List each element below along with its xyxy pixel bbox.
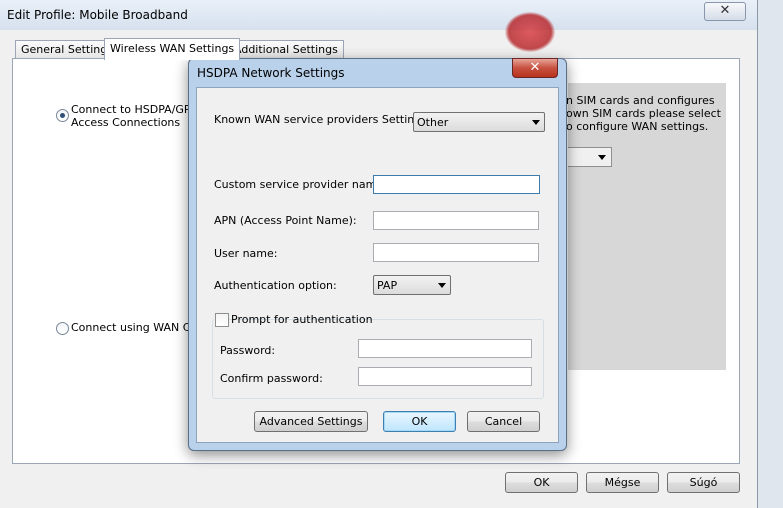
radio-hsdpa[interactable] <box>56 109 69 122</box>
confirm-password-input[interactable] <box>358 367 532 386</box>
info-line-3: o configure WAN settings. <box>566 120 709 133</box>
username-label: User name: <box>214 247 278 260</box>
auth-option-label: Authentication option: <box>214 279 337 292</box>
background-provider-dropdown[interactable] <box>568 147 612 167</box>
info-line-1: n SIM cards and configures <box>566 94 715 107</box>
chevron-down-icon <box>598 155 606 160</box>
dialog-title: HSDPA Network Settings <box>197 66 345 80</box>
authentication-group <box>212 319 544 399</box>
auth-option-dropdown[interactable]: PAP <box>373 275 451 295</box>
apn-label: APN (Access Point Name): <box>214 214 357 227</box>
custom-provider-label: Custom service provider name: <box>214 178 387 191</box>
known-providers-dropdown[interactable]: Other <box>413 112 545 132</box>
window-title: Edit Profile: Mobile Broadband <box>7 8 188 22</box>
window-close-button[interactable]: ✕ <box>704 2 746 21</box>
dialog-cancel-button[interactable]: Cancel <box>467 411 540 432</box>
hsdpa-network-settings-dialog: HSDPA Network Settings ✕ Known WAN servi… <box>188 58 567 451</box>
apn-input[interactable] <box>373 211 539 230</box>
radio-hsdpa-label-line2: Access Connections <box>71 116 181 129</box>
confirm-password-label: Confirm password: <box>220 372 323 385</box>
advanced-settings-button[interactable]: Advanced Settings <box>254 411 368 432</box>
known-providers-value: Other <box>417 116 449 129</box>
prompt-auth-checkbox[interactable] <box>215 313 229 327</box>
tab-wireless-wan-settings[interactable]: Wireless WAN Settings <box>104 38 241 60</box>
help-button[interactable]: Súgó <box>667 472 740 493</box>
window-titlebar: Edit Profile: Mobile Broadband ✕ <box>0 0 757 52</box>
custom-provider-input[interactable] <box>373 175 540 194</box>
background-logo-blob <box>505 12 555 52</box>
password-label: Password: <box>220 344 276 357</box>
cancel-button[interactable]: Mégse <box>586 472 659 493</box>
chevron-down-icon <box>532 120 540 125</box>
dialog-ok-button[interactable]: OK <box>383 411 456 432</box>
chevron-down-icon <box>438 283 446 288</box>
radio-hsdpa-label-line1: Connect to HSDPA/GPRS <box>71 103 206 116</box>
password-input[interactable] <box>358 339 532 358</box>
prompt-auth-row: Prompt for authentication <box>214 313 373 327</box>
radio-wan-connection[interactable] <box>56 322 69 335</box>
username-input[interactable] <box>373 243 539 262</box>
prompt-auth-label: Prompt for authentication <box>231 313 373 326</box>
known-providers-label: Known WAN service providers Settings: <box>214 113 431 126</box>
dialog-close-button[interactable]: ✕ <box>512 58 558 78</box>
dialog-body: Known WAN service providers Settings: Ot… <box>196 87 559 443</box>
tab-additional-settings[interactable]: Additional Settings <box>228 40 344 58</box>
ok-button[interactable]: OK <box>505 472 578 493</box>
info-line-2: own SIM cards please select <box>566 107 721 120</box>
auth-option-value: PAP <box>377 279 398 292</box>
